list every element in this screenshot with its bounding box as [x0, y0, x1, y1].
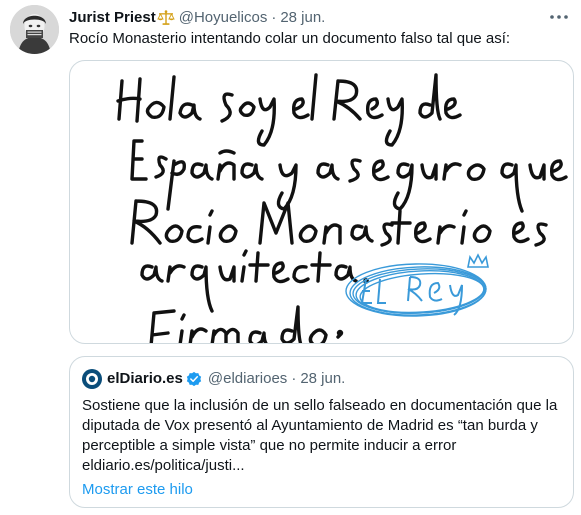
handwritten-note-image: [116, 73, 568, 343]
tweet-text: Rocío Monasterio intentando colar un doc…: [69, 30, 511, 47]
author-name[interactable]: Jurist Priest: [69, 8, 156, 28]
eldiario-logo-icon: [82, 369, 102, 389]
tweet[interactable]: Jurist Priest @Hoyuelicos · 28 jun. Rocí…: [0, 0, 581, 515]
more-horizontal-icon[interactable]: [547, 5, 571, 29]
tweet-media-image[interactable]: [69, 60, 574, 344]
tweet-date[interactable]: 28 jun.: [280, 8, 325, 28]
quoted-tweet[interactable]: elDiario.es @eldiarioes · 28 jun. Sostie…: [69, 356, 574, 508]
verified-badge-icon: [186, 371, 201, 387]
quoted-author-handle[interactable]: @eldiarioes: [208, 369, 287, 389]
avatar[interactable]: [10, 5, 59, 54]
separator-dot: ·: [271, 9, 277, 26]
scales-icon: [156, 10, 175, 25]
quoted-tweet-header: elDiario.es @eldiarioes · 28 jun.: [82, 369, 345, 389]
quoted-text-line: Sostiene que la inclusión de un sello fa…: [82, 397, 558, 414]
royal-stamp: [345, 253, 489, 317]
quoted-text-line: diputada de Vox presentó al Ayuntamiento…: [82, 417, 538, 434]
author-handle[interactable]: @Hoyuelicos: [179, 8, 268, 28]
quoted-link[interactable]: eldiario.es/politica/justi...: [82, 456, 562, 476]
quoted-tweet-date[interactable]: 28 jun.: [300, 369, 345, 389]
quoted-text-line: perceptible a simple vista” que no permi…: [82, 437, 457, 454]
show-thread-link[interactable]: Mostrar este hilo: [82, 480, 193, 500]
separator-dot: ·: [291, 370, 297, 387]
quoted-author-name[interactable]: elDiario.es: [107, 369, 183, 389]
tweet-header: Jurist Priest @Hoyuelicos · 28 jun.: [69, 8, 325, 28]
avatar-photo: [10, 5, 59, 54]
quoted-tweet-text: Sostiene que la inclusión de un sello fa…: [82, 396, 562, 476]
